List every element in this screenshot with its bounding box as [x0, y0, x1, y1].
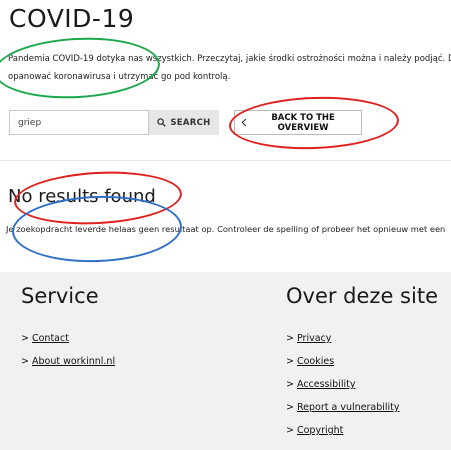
page-title: COVID-19 — [9, 4, 135, 33]
footer-link-about: > About workinnl.nl — [21, 356, 116, 367]
divider — [0, 160, 451, 161]
footer-link-copyright-anchor[interactable]: Copyright — [297, 425, 343, 436]
search-icon — [157, 118, 167, 127]
search-input[interactable] — [9, 110, 149, 135]
footer-link-copyright: > Copyright — [286, 425, 344, 436]
footer-link-contact-anchor[interactable]: Contact — [32, 333, 69, 344]
no-results-heading: No results found — [8, 186, 156, 207]
no-results-message: Je zoekopdracht leverde helaas geen resu… — [6, 224, 446, 234]
footer-link-report-vulnerability: > Report a vulnerability — [286, 402, 400, 413]
footer-link-report-vulnerability-anchor[interactable]: Report a vulnerability — [297, 402, 400, 413]
footer-link-about-anchor[interactable]: About workinnl.nl — [32, 356, 115, 367]
footer-link-contact: > Contact — [21, 333, 69, 344]
intro-text-line-1: Pandemia COVID-19 dotyka nas wszystkich.… — [8, 54, 451, 64]
footer-link-cookies-anchor[interactable]: Cookies — [297, 356, 334, 367]
footer-link-cookies: > Cookies — [286, 356, 335, 367]
footer-link-accessibility-anchor[interactable]: Accessibility — [297, 379, 355, 390]
footer-service-heading: Service — [21, 284, 99, 308]
footer-about-heading: Over deze site — [286, 284, 438, 308]
chevron-left-icon — [241, 118, 247, 127]
footer-link-privacy: > Privacy — [286, 333, 332, 344]
back-to-overview-button[interactable]: BACK TO THE OVERVIEW — [234, 110, 362, 135]
back-button-label: BACK TO THE OVERVIEW — [271, 112, 335, 133]
footer: Service > Contact > About workinnl.nl Ov… — [0, 272, 451, 450]
annotation-ellipse-green — [0, 33, 162, 103]
footer-link-accessibility: > Accessibility — [286, 379, 356, 390]
search-button-label: SEARCH — [170, 117, 211, 128]
footer-link-privacy-anchor[interactable]: Privacy — [297, 333, 331, 344]
search-button[interactable]: SEARCH — [149, 110, 219, 135]
intro-text-line-2: opanować koronawirusa i utrzymać go pod … — [8, 72, 231, 82]
